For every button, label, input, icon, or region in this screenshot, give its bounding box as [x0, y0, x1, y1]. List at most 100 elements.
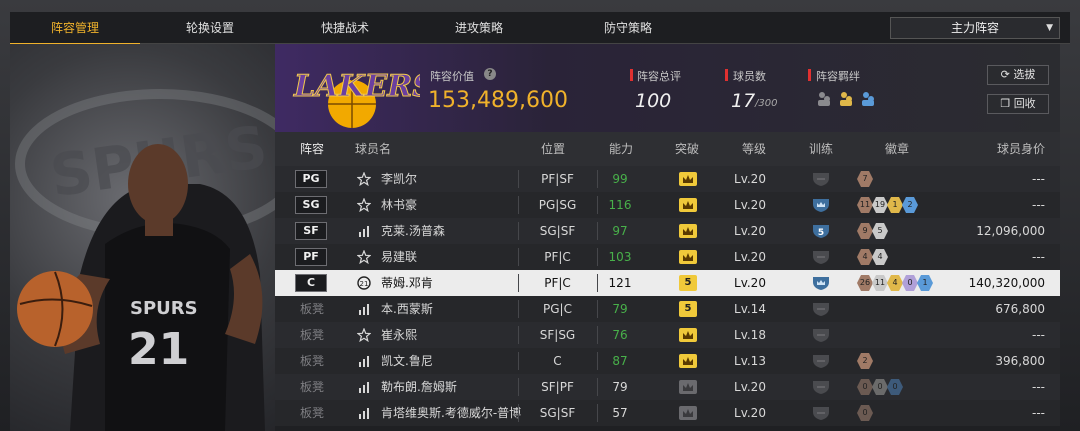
- col-badges[interactable]: 徽章: [885, 132, 909, 166]
- table-row[interactable]: 板凳 本.西蒙斯 PG|C 79 5 Lv.14 676,800: [275, 296, 1060, 322]
- player-name[interactable]: 勒布朗.詹姆斯: [381, 374, 457, 400]
- crown-icon[interactable]: [679, 224, 697, 238]
- player-position: PF|SF: [541, 172, 574, 186]
- recycle-button[interactable]: ❐ 回收: [987, 94, 1049, 114]
- chevron-down-icon: ▼: [1046, 23, 1053, 33]
- tab-offense-strategy[interactable]: 进攻策略: [414, 12, 544, 44]
- badge-icon[interactable]: 7: [857, 171, 873, 187]
- training-shield-icon[interactable]: [811, 275, 831, 291]
- crown-icon[interactable]: [679, 250, 697, 264]
- lineup-slot-badge[interactable]: PG: [295, 170, 327, 188]
- col-ability[interactable]: 能力: [609, 132, 633, 166]
- table-row[interactable]: SG 林书豪 PG|SG 116 Lv.20 11 19 1 2 ---: [275, 192, 1060, 218]
- crown-icon[interactable]: [679, 198, 697, 212]
- tab-defense-strategy[interactable]: 防守策略: [563, 12, 693, 44]
- tab-lineup-management[interactable]: 阵容管理: [10, 12, 140, 45]
- badge-icon[interactable]: 4: [857, 249, 873, 265]
- badge-icon[interactable]: 0: [872, 379, 888, 395]
- lineup-slot-badge[interactable]: C: [295, 274, 327, 292]
- crown-icon[interactable]: [679, 172, 697, 186]
- top-tab-bar: 阵容管理 轮换设置 快捷战术 进攻策略 防守策略 主力阵容 ▼: [10, 12, 1070, 45]
- training-shield-icon[interactable]: 5: [811, 223, 831, 239]
- player-name[interactable]: 凯文.鲁尼: [381, 348, 433, 374]
- help-icon[interactable]: ?: [484, 68, 496, 80]
- badge-icon[interactable]: 11: [872, 275, 888, 291]
- player-name[interactable]: 克莱.汤普森: [381, 218, 445, 244]
- table-row[interactable]: PF 易建联 PF|C 103 Lv.20 4 4 ---: [275, 244, 1060, 270]
- col-name[interactable]: 球员名: [355, 132, 391, 166]
- badge-icon[interactable]: 0: [902, 275, 918, 291]
- training-shield-icon[interactable]: [811, 327, 831, 343]
- table-row[interactable]: 板凳 崔永熙 SF|SG 76 Lv.18 ---: [275, 322, 1060, 348]
- player-name[interactable]: 林书豪: [381, 192, 417, 218]
- col-training[interactable]: 训练: [809, 132, 833, 166]
- player-level: Lv.20: [734, 380, 766, 394]
- badge-icon[interactable]: 9: [857, 223, 873, 239]
- tab-quick-tactics[interactable]: 快捷战术: [280, 12, 410, 44]
- table-row[interactable]: 板凳 勒布朗.詹姆斯 SF|PF 79 Lv.20 0 0 0 ---: [275, 374, 1060, 400]
- bond-marker: [808, 69, 811, 81]
- badge-icon[interactable]: 1: [917, 275, 933, 291]
- star-icon: [357, 198, 371, 212]
- col-level[interactable]: 等级: [742, 132, 766, 166]
- player-ability: 87: [612, 354, 628, 368]
- tab-rotation-settings[interactable]: 轮换设置: [145, 12, 275, 44]
- table-row[interactable]: SF 克莱.汤普森 SG|SF 97 Lv.20 5 9 5 12,096,000: [275, 218, 1060, 244]
- training-shield-icon[interactable]: [811, 405, 831, 421]
- player-level: Lv.20: [734, 250, 766, 264]
- table-row[interactable]: C 21 蒂姆.邓肯 PF|C 121 5 Lv.20 26 11 4 0 1 140,320,000: [275, 270, 1060, 296]
- lineup-slot-badge[interactable]: SF: [295, 222, 327, 240]
- col-lineup[interactable]: 阵容: [300, 132, 324, 166]
- badge-icon[interactable]: 4: [872, 249, 888, 265]
- training-shield-icon[interactable]: [811, 197, 831, 213]
- player-name[interactable]: 蒂姆.邓肯: [381, 270, 433, 296]
- breakthrough-level[interactable]: 5: [679, 275, 697, 291]
- badge-icon[interactable]: 26: [857, 275, 873, 291]
- badge-icon[interactable]: 19: [872, 197, 888, 213]
- table-row[interactable]: 板凳 凯文.鲁尼 C 87 Lv.13 2 396,800: [275, 348, 1060, 374]
- player-name[interactable]: 崔永熙: [381, 322, 417, 348]
- badge-icon[interactable]: 1: [887, 197, 903, 213]
- training-shield-icon[interactable]: [811, 353, 831, 369]
- player-position: PG|C: [543, 302, 572, 316]
- lineup-slot-badge[interactable]: SG: [295, 196, 327, 214]
- training-shield-icon[interactable]: [811, 249, 831, 265]
- training-shield-icon[interactable]: [811, 379, 831, 395]
- rating-value: 100: [635, 90, 672, 112]
- player-position: C: [553, 354, 562, 368]
- crown-icon[interactable]: [679, 354, 697, 368]
- col-value[interactable]: 球员身价: [997, 132, 1045, 166]
- col-position[interactable]: 位置: [541, 132, 565, 166]
- col-breakthrough[interactable]: 突破: [675, 132, 699, 166]
- badge-icon[interactable]: 0: [887, 379, 903, 395]
- badge-icon[interactable]: 4: [887, 275, 903, 291]
- breakthrough-level[interactable]: 5: [679, 301, 697, 317]
- player-count-label: 球员数: [733, 70, 766, 83]
- training-shield-icon[interactable]: [811, 171, 831, 187]
- crown-icon[interactable]: [679, 380, 697, 394]
- bond-icons[interactable]: [815, 90, 879, 108]
- tag-icon: 21: [357, 276, 371, 290]
- crown-icon[interactable]: [679, 406, 697, 420]
- bond-label: 阵容羁绊: [816, 70, 860, 83]
- select-button[interactable]: ⟳ 选拔: [987, 65, 1049, 85]
- badge-icon[interactable]: 0: [857, 379, 873, 395]
- badge-icon[interactable]: 2: [902, 197, 918, 213]
- table-row[interactable]: 板凳 肯塔维奥斯.考德威尔-普博 SG|SF 57 Lv.20 0 ---: [275, 400, 1060, 426]
- badge-icon[interactable]: 0: [857, 405, 873, 421]
- badge-icon[interactable]: 11: [857, 197, 873, 213]
- player-ability: 79: [612, 380, 628, 394]
- player-name[interactable]: 肯塔维奥斯.考德威尔-普博: [381, 400, 521, 426]
- crown-icon[interactable]: [679, 328, 697, 342]
- player-position: SF|SG: [539, 328, 576, 342]
- lineup-dropdown[interactable]: 主力阵容 ▼: [890, 17, 1060, 39]
- player-name[interactable]: 易建联: [381, 244, 417, 270]
- player-name[interactable]: 本.西蒙斯: [381, 296, 433, 322]
- player-value: 676,800: [995, 302, 1045, 316]
- lineup-slot-badge[interactable]: PF: [295, 248, 327, 266]
- badge-icon[interactable]: 5: [872, 223, 888, 239]
- training-shield-icon[interactable]: [811, 301, 831, 317]
- table-row[interactable]: PG 李凯尔 PF|SF 99 Lv.20 7 ---: [275, 166, 1060, 192]
- player-name[interactable]: 李凯尔: [381, 166, 417, 192]
- badge-icon[interactable]: 2: [857, 353, 873, 369]
